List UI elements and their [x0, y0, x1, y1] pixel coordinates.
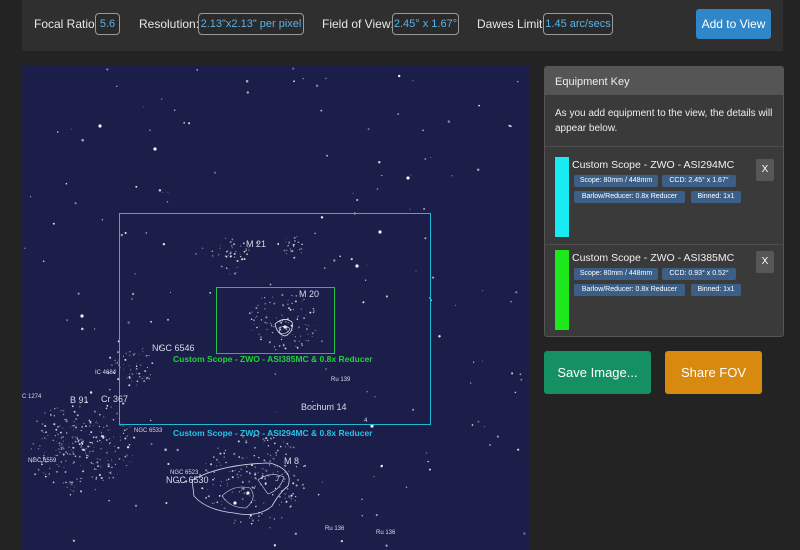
asi294-fov-label: Custom Scope - ZWO - ASI294MC & 0.8x Red… — [173, 428, 373, 438]
dawes-limit-value: 1.45 arc/secs — [543, 13, 613, 35]
label-c1274: C 1274 — [22, 394, 42, 400]
m8-nebula-outline — [191, 462, 290, 515]
panel-divider — [545, 244, 783, 245]
barlow-tag: Barlow/Reducer: 0.8x Reducer — [574, 191, 685, 203]
equipment-key-intro: As you add equipment to the view, the de… — [555, 108, 773, 134]
resolution-label: Resolution: — [139, 17, 200, 31]
label-ic4684: IC 4684 — [95, 370, 117, 376]
asi385-fov-label: Custom Scope - ZWO - ASI385MC & 0.8x Red… — [173, 354, 373, 364]
label-ru136-b: Ru 136 — [376, 530, 396, 536]
scope-tag: Scope: 80mm / 448mm — [574, 268, 658, 280]
equipment-key-panel: Equipment Key As you add equipment to th… — [544, 66, 784, 337]
field-of-view-label: Field of View: — [322, 17, 394, 31]
ccd-tag: CCD: 0.93° x 0.52° — [662, 268, 736, 280]
asi294-fov-frame — [119, 213, 431, 425]
dawes-limit-label: Dawes Limit: — [477, 17, 546, 31]
equipment-name: Custom Scope - ZWO - ASI294MC — [572, 159, 735, 171]
focal-ratio-label: Focal Ratio: — [34, 17, 99, 31]
label-ngc6530: NGC 6530 — [166, 475, 209, 485]
m8-nebula-outline-inner — [221, 486, 254, 509]
label-ngc6546: NGC 6546 — [152, 343, 195, 353]
focal-ratio-value: 5.6 — [95, 13, 120, 35]
barlow-tag: Barlow/Reducer: 0.8x Reducer — [574, 284, 685, 296]
equipment-key-title: Equipment Key — [545, 67, 783, 95]
scope-tag: Scope: 80mm / 448mm — [574, 175, 658, 187]
remove-equipment-button[interactable]: X — [756, 251, 774, 273]
label-cr367: Cr 367 — [101, 394, 129, 404]
ccd-tag: CCD: 2.45° x 1.67° — [662, 175, 736, 187]
label-7: 7 — [276, 476, 280, 483]
m20-nebula-outline-inner — [278, 325, 291, 334]
save-image-button[interactable]: Save Image... — [544, 351, 651, 394]
label-ngc6533: NGC 6533 — [134, 428, 163, 434]
equipment-name: Custom Scope - ZWO - ASI385MC — [572, 252, 735, 264]
label-m8: M 8 — [284, 456, 300, 466]
remove-equipment-button[interactable]: X — [756, 159, 774, 181]
resolution-value: 2.13"x2.13" per pixel — [198, 13, 304, 35]
label-m21: M 21 — [246, 239, 267, 249]
panel-divider — [545, 146, 783, 147]
binned-tag: Binned: 1x1 — [691, 284, 741, 296]
add-to-view-button[interactable]: Add to View — [696, 9, 771, 39]
m8-nebula-outline-east — [257, 474, 285, 495]
star-chart[interactable]: M 21 M 20 NGC 6546 IC 4684 C 1274 B 91 C… — [22, 66, 530, 550]
label-ru136-a: Ru 136 — [325, 526, 345, 532]
equipment-color-swatch — [555, 157, 569, 237]
binned-tag: Binned: 1x1 — [691, 191, 741, 203]
equipment-color-swatch — [555, 250, 569, 330]
label-b91: B 91 — [70, 395, 89, 405]
share-fov-button[interactable]: Share FOV — [665, 351, 762, 394]
label-4: 4 — [364, 418, 368, 424]
label-ngc6559: NGC 6559 — [28, 458, 57, 464]
label-ru139: Ru 139 — [331, 377, 351, 383]
label-bochum14: Bochum 14 — [301, 402, 347, 412]
field-of-view-value: 2.45° x 1.67° — [392, 13, 459, 35]
label-m20: M 20 — [299, 289, 320, 299]
fov-stats-bar: Focal Ratio: 5.6 Resolution: 2.13"x2.13"… — [22, 0, 783, 51]
